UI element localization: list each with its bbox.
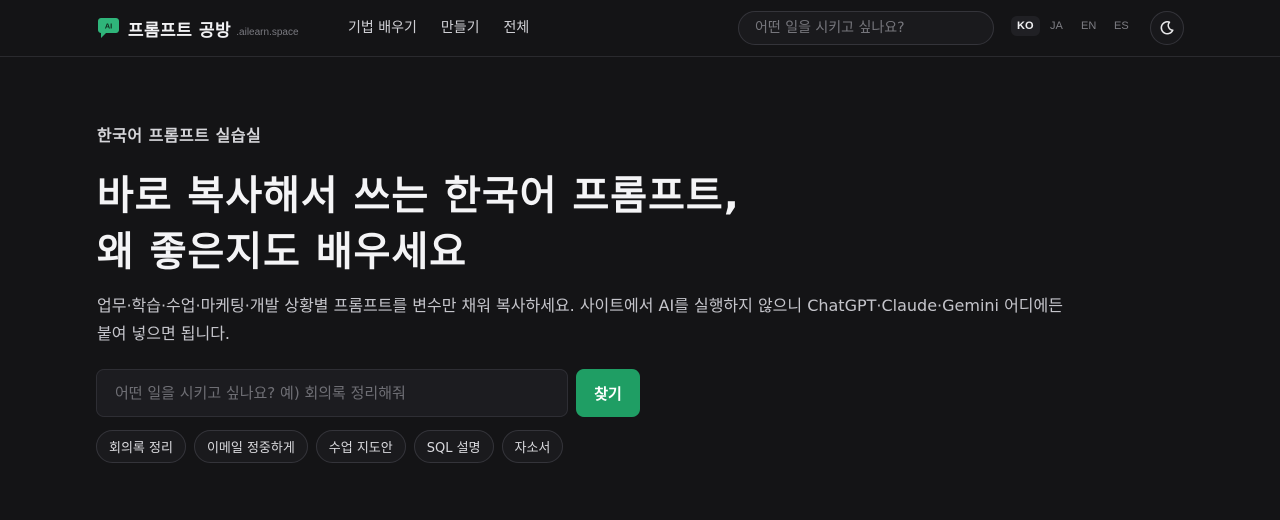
brand-logo[interactable]: AI 프롬프트 공방 .ailearn.space <box>97 15 299 41</box>
lang-ja[interactable]: JA <box>1050 20 1063 32</box>
moon-icon <box>1160 21 1174 35</box>
chip-polite-email[interactable]: 이메일 정중하게 <box>193 430 308 463</box>
header-search-input[interactable] <box>738 11 994 45</box>
chip-cover-letter[interactable]: 자소서 <box>501 430 564 463</box>
hero-subtitle-line-2: 붙여 넣으면 됩니다. <box>97 324 231 343</box>
hero-search-input[interactable] <box>96 369 568 417</box>
nav-create[interactable]: 만들기 <box>441 17 480 37</box>
brand-domain: .ailearn.space <box>236 26 299 38</box>
lang-es[interactable]: ES <box>1114 20 1129 32</box>
lang-en[interactable]: EN <box>1081 20 1096 32</box>
nav-learn-techniques[interactable]: 기법 배우기 <box>348 17 417 37</box>
hero-title: 바로 복사해서 쓰는 한국어 프롬프트, 왜 좋은지도 배우세요 <box>97 168 740 280</box>
hero-title-line-1: 바로 복사해서 쓰는 한국어 프롬프트, <box>97 173 740 219</box>
hero-title-line-2: 왜 좋은지도 배우세요 <box>97 229 468 275</box>
hero-subtitle-line-1: 업무·학습·수업·마케팅·개발 상황별 프롬프트를 변수만 채워 복사하세요. … <box>97 296 1063 315</box>
lang-ko[interactable]: KO <box>1011 16 1040 36</box>
suggestion-chips: 회의록 정리 이메일 정중하게 수업 지도안 SQL 설명 자소서 <box>96 430 564 463</box>
chip-lesson-plan[interactable]: 수업 지도안 <box>315 430 406 463</box>
ai-chat-bubble-icon: AI <box>98 18 119 38</box>
site-header: AI 프롬프트 공방 .ailearn.space 기법 배우기 만들기 전체 … <box>0 0 1280 57</box>
main-nav: 기법 배우기 만들기 전체 <box>348 17 553 37</box>
hero-subtitle: 업무·학습·수업·마케팅·개발 상황별 프롬프트를 변수만 채워 복사하세요. … <box>97 292 1177 348</box>
theme-toggle-button[interactable] <box>1150 11 1184 45</box>
chip-meeting-notes[interactable]: 회의록 정리 <box>96 430 186 463</box>
nav-all[interactable]: 전체 <box>504 17 530 37</box>
chip-sql-explain[interactable]: SQL 설명 <box>413 430 494 463</box>
brand-name: 프롬프트 공방 <box>128 20 232 41</box>
svg-text:AI: AI <box>105 22 113 31</box>
hero-kicker: 한국어 프롬프트 실습실 <box>97 126 262 145</box>
find-button[interactable]: 찾기 <box>576 369 640 417</box>
